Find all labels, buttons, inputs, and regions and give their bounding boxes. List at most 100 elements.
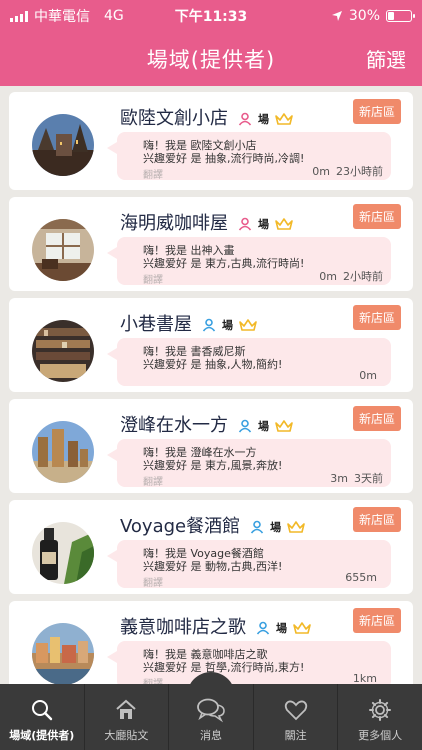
male-user-icon	[250, 520, 264, 534]
venue-kind-label: 場	[270, 521, 282, 534]
venue-name[interactable]: 義意咖啡店之歌 場	[120, 613, 311, 639]
venue-name[interactable]: 歐陸文創小店 場	[120, 104, 293, 130]
tab-label: 關注	[284, 729, 307, 742]
distance-label: 0m	[319, 270, 337, 283]
tab-label: 場域(提供者)	[9, 729, 75, 742]
intro-bubble: 嗨！我是 歐陸文創小店 兴趣爱好 是 抽象,流行時尚,冷調! 翻譯 0m 23小時…	[107, 132, 391, 181]
district-badge[interactable]: 新店區	[352, 305, 401, 330]
intro-line-2: 兴趣爱好 是 動物,古典,西洋!	[143, 560, 283, 573]
avatar[interactable]	[32, 522, 94, 584]
tab-bar: 場域(提供者) 大廳貼文 消息 關注 更多個人	[0, 672, 422, 750]
venue-name-text: 義意咖啡店之歌	[120, 617, 246, 638]
signal-icon	[10, 10, 28, 22]
translate-link[interactable]: 翻譯	[143, 574, 163, 589]
venue-name-text: Voyage餐酒館	[120, 516, 241, 537]
page-title: 場域(提供者)	[146, 48, 276, 72]
venue-kind-label: 場	[222, 319, 233, 332]
card-stats: 0m	[353, 369, 383, 382]
avatar[interactable]	[32, 320, 94, 382]
time-ago-label: 3天前	[354, 472, 383, 485]
avatar[interactable]	[32, 623, 94, 684]
distance-label: 1km	[352, 672, 377, 684]
time-ago-label: 23小時前	[336, 165, 383, 178]
tab-lobby-posts[interactable]: 大廳貼文	[85, 684, 170, 750]
intro-line-2: 兴趣爱好 是 東方,古典,流行時尚!	[143, 257, 305, 270]
card-stats: 1km	[347, 672, 383, 684]
crown-icon	[293, 622, 311, 634]
crown-icon	[239, 319, 257, 331]
translate-link[interactable]: 翻譯	[143, 473, 163, 488]
venue-name-text: 海明威咖啡屋	[120, 213, 228, 234]
intro-bubble: 嗨！我是 義意咖啡店之歌 兴趣爱好 是 哲學,流行時尚,東方! 翻譯 1km	[107, 641, 391, 684]
distance-label: 0m	[359, 369, 377, 382]
crown-icon	[287, 521, 305, 533]
distance-label: 3m	[330, 472, 348, 485]
card-stats: 3m 3天前	[324, 470, 383, 486]
venue-card[interactable]: 歐陸文創小店 場 新店區 嗨！我是 歐陸文創小店 兴趣爱好 是 抽象,流行時尚,…	[9, 92, 413, 190]
crown-icon	[275, 420, 293, 432]
filter-button[interactable]: 篩選	[366, 44, 406, 73]
intro-line-2: 兴趣爱好 是 哲學,流行時尚,東方!	[143, 661, 305, 674]
venue-name-text: 澄峰在水一方	[120, 415, 228, 436]
tab-venues[interactable]: 場域(提供者)	[0, 684, 85, 750]
intro-line-2: 兴趣爱好 是 東方,風景,奔放!	[143, 459, 283, 472]
tab-label: 消息	[199, 729, 222, 742]
venue-kind-label: 場	[276, 622, 287, 635]
nav-bar: 場域(提供者) 篩選	[0, 32, 422, 86]
status-bar: 中華電信 4G 下午11:33 30%	[0, 0, 422, 32]
battery-icon	[386, 10, 415, 22]
venue-name[interactable]: 小巷書屋 場	[120, 310, 257, 336]
venue-card[interactable]: 小巷書屋 場 新店區 嗨！我是 書香威尼斯 兴趣爱好 是 抽象,人物,簡約! 0…	[9, 298, 413, 392]
translate-link[interactable]: 翻譯	[143, 675, 163, 684]
carrier-label: 中華電信	[34, 9, 90, 25]
male-user-icon	[202, 318, 216, 332]
clock: 下午11:33	[174, 9, 248, 25]
male-user-icon	[256, 621, 270, 635]
heart-icon	[284, 700, 307, 721]
translate-link[interactable]: 翻譯	[143, 271, 163, 286]
avatar[interactable]	[32, 114, 94, 176]
card-stats: 655m	[339, 571, 383, 584]
district-badge[interactable]: 新店區	[352, 507, 401, 532]
tab-more-profile[interactable]: 更多個人	[338, 684, 422, 750]
female-user-icon	[238, 112, 252, 126]
venue-name-text: 小巷書屋	[120, 314, 192, 335]
intro-bubble: 嗨！我是 書香威尼斯 兴趣爱好 是 抽象,人物,簡約! 0m	[107, 338, 391, 386]
venue-name[interactable]: Voyage餐酒館 場	[120, 512, 305, 538]
tab-following[interactable]: 關注	[254, 684, 339, 750]
search-icon	[31, 700, 52, 721]
chat-bubbles-icon	[197, 698, 225, 723]
time-ago-label: 2小時前	[343, 270, 383, 283]
district-badge[interactable]: 新店區	[352, 99, 401, 124]
intro-line-2: 兴趣爱好 是 抽象,人物,簡約!	[143, 358, 283, 371]
venue-name[interactable]: 澄峰在水一方 場	[120, 411, 293, 437]
avatar[interactable]	[32, 219, 94, 281]
venue-card[interactable]: Voyage餐酒館 場 新店區 嗨！我是 Voyage餐酒館 兴趣爱好 是 動物…	[9, 500, 413, 594]
avatar[interactable]	[32, 421, 94, 483]
translate-link[interactable]: 翻譯	[143, 166, 163, 181]
female-user-icon	[238, 217, 252, 231]
intro-line-2: 兴趣爱好 是 抽象,流行時尚,冷調!	[143, 152, 305, 165]
intro-bubble: 嗨！我是 澄峰在水一方 兴趣爱好 是 東方,風景,奔放! 翻譯 3m 3天前	[107, 439, 391, 488]
venue-name[interactable]: 海明威咖啡屋 場	[120, 209, 293, 235]
home-icon	[116, 699, 137, 719]
venue-card[interactable]: 海明威咖啡屋 場 新店區 嗨！我是 出神入畫 兴趣爱好 是 東方,古典,流行時尚…	[9, 197, 413, 291]
crown-icon	[275, 218, 293, 230]
district-badge[interactable]: 新店區	[352, 204, 401, 229]
distance-label: 0m	[312, 165, 330, 178]
card-stats: 0m 2小時前	[313, 268, 383, 284]
male-user-icon	[238, 419, 252, 433]
distance-label: 655m	[345, 571, 377, 584]
district-badge[interactable]: 新店區	[352, 406, 401, 431]
venue-kind-label: 場	[258, 113, 269, 126]
tab-messages[interactable]: 消息	[169, 672, 254, 750]
venue-card[interactable]: 澄峰在水一方 場 新店區 嗨！我是 澄峰在水一方 兴趣爱好 是 東方,風景,奔放…	[9, 399, 413, 493]
card-stats: 0m 23小時前	[306, 163, 383, 179]
network-label: 4G	[104, 8, 124, 24]
venue-kind-label: 場	[258, 420, 269, 433]
crown-icon	[275, 113, 293, 125]
tab-label: 更多個人	[358, 729, 403, 742]
location-arrow-icon	[331, 11, 342, 21]
district-badge[interactable]: 新店區	[352, 608, 401, 633]
venue-list[interactable]: 歐陸文創小店 場 新店區 嗨！我是 歐陸文創小店 兴趣爱好 是 抽象,流行時尚,…	[0, 86, 422, 684]
